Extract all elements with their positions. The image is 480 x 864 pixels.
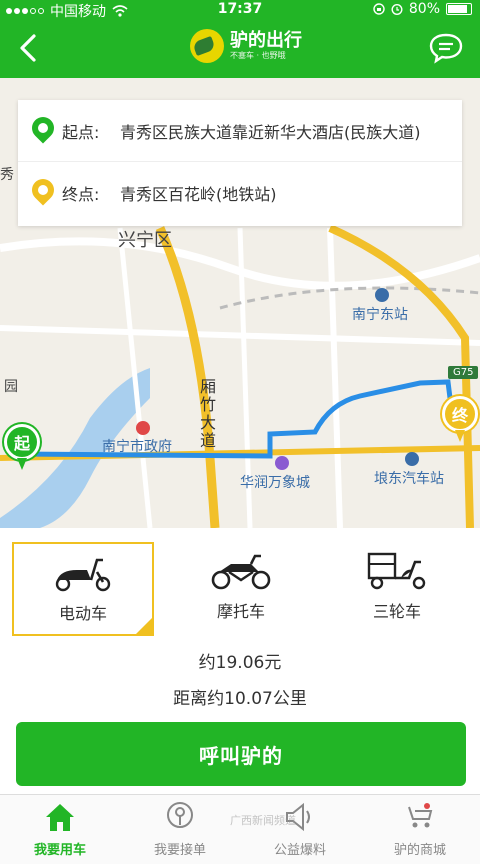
mall-icon [408,803,433,828]
vehicle-selector: 电动车 摩托车 三轮车 [0,528,480,644]
highway-badge: G75 [448,366,479,379]
end-marker[interactable]: 终 [442,396,478,448]
fare-estimate: 约19.06元 [198,653,282,673]
watermark: 广西新闻频道 [230,814,296,827]
tab-mall[interactable]: 驴的商城 [360,801,480,861]
vehicle-option-scooter[interactable]: 电动车 [12,542,154,636]
chat-icon[interactable] [428,32,464,64]
vehicle-option-motorcycle[interactable]: 摩托车 [170,542,312,636]
map-label-gov: 南宁市政府 [102,439,172,455]
tab-label-mall: 驴的商城 [393,843,446,858]
selected-check-icon [136,618,152,634]
app-header: 驴的出行 不塞车 · 也野哦 [0,20,480,78]
start-row[interactable]: 起点: 青秀区民族大道靠近新华大酒店(民族大道) [18,100,462,162]
start-address: 青秀区民族大道靠近新华大酒店(民族大道) [120,122,421,142]
map-label-yuan: 园 [4,379,18,395]
vehicle-option-tricycle[interactable]: 三轮车 [326,542,468,636]
end-row[interactable]: 终点: 青秀区百花岭(地铁站) [18,162,462,224]
tab-report[interactable]: 公益爆料 [240,801,360,861]
end-marker-label: 终 [442,396,478,432]
map-label-xiu: 秀 [0,167,14,183]
logo-mark-icon [190,29,224,63]
tab-label-report: 公益爆料 [273,843,326,858]
end-label: 终点: [62,185,100,204]
map-label-nanning-east: 南宁东站 [352,307,408,323]
app-slogan: 不塞车 · 也野哦 [230,50,286,60]
back-button[interactable] [14,32,46,64]
motorcycle-icon [211,554,271,590]
battery-icon [446,3,472,15]
tab-label-use-car: 我要用车 [33,843,86,858]
tab-take-order[interactable]: 我要接单 [120,801,240,861]
alarm-icon [391,4,403,15]
battery-percent: 80% [408,1,440,17]
map-label-xiangzhu: 厢竹大道 [197,378,216,450]
call-driver-button[interactable]: 呼叫驴的 [16,722,466,786]
start-label: 起点: [62,122,100,142]
map-label-wanxiang: 华润万象城 [240,475,310,491]
status-bar: 中国移动 17:37 80% [0,0,480,20]
start-marker-label: 起 [4,424,40,460]
end-pin-icon [27,174,59,207]
start-marker[interactable]: 起 [4,424,40,476]
top-bar: 中国移动 17:37 80% 驴的出行 不塞车 · 也野哦 [0,0,480,78]
tab-use-car[interactable]: 我要用车 [0,801,120,861]
distance-estimate: 距离约10.07公里 [173,689,307,709]
scooter-icon [55,558,111,592]
app-logo: 驴的出行 不塞车 · 也野哦 [190,29,302,63]
home-icon [46,804,74,831]
tricycle-icon [367,552,426,590]
vehicle-label-tricycle: 三轮车 [372,602,421,621]
order-icon [167,802,193,828]
tab-label-take-order: 我要接单 [153,843,206,858]
vehicle-label-scooter: 电动车 [58,604,107,623]
rotation-lock-icon [373,3,385,15]
map-label-bus-station: 埌东汽车站 [374,471,444,487]
map-label-district: 兴宁区 [118,230,172,251]
app-name: 驴的出行 [230,29,302,51]
vehicle-label-motorcycle: 摩托车 [216,602,265,621]
route-card: 起点: 青秀区民族大道靠近新华大酒店(民族大道) 终点: 青秀区百花岭(地铁站) [18,100,462,226]
start-pin-icon [27,111,59,145]
bottom-tab-bar: 我要用车 我要接单 公益爆料 驴的商城 [0,794,480,864]
end-address: 青秀区百花岭(地铁站) [120,185,277,204]
